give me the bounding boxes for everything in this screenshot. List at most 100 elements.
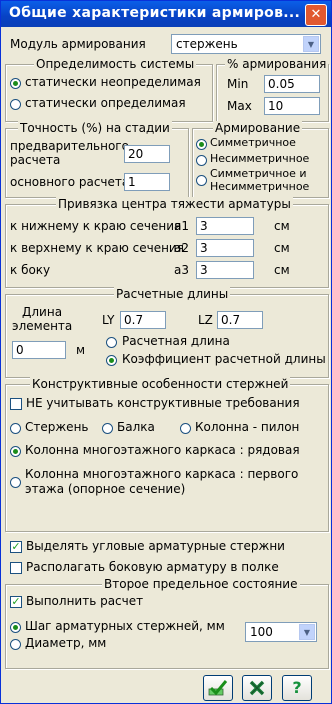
question-icon: ?	[292, 678, 302, 697]
a3-input[interactable]: 3	[196, 261, 254, 279]
frame-column-first-label-2: этажа (опорное сечение)	[25, 482, 186, 496]
main-accuracy-label: основного расчета	[10, 175, 130, 189]
ignore-requirements-label: НЕ учитывать конструктивные требования	[26, 396, 300, 410]
a3-label: a3	[174, 263, 189, 277]
anchor-side-label: к боку	[10, 263, 51, 277]
second-state-group: Второе предельное состояние ✓ Выполнить …	[5, 577, 329, 669]
a2-unit: см	[274, 241, 290, 255]
ignore-requirements-checkbox[interactable]	[10, 398, 22, 410]
min-label: Min	[227, 77, 249, 91]
step-select-value: 100	[250, 625, 273, 639]
radio-static-determinate[interactable]	[10, 99, 21, 110]
module-select-value: стержень	[176, 37, 238, 51]
preliminary-label: предварительного	[10, 139, 129, 153]
module-label: Модуль армирования	[10, 37, 146, 51]
determinacy-group: Определимость системы статически неопред…	[5, 57, 213, 122]
element-length-label-2: элемента	[12, 319, 73, 333]
radio-frame-column-first[interactable]	[10, 477, 21, 488]
preliminary-label-2: расчета	[10, 153, 61, 167]
diameter-label: Диаметр, мм	[25, 636, 107, 650]
lengths-legend: Расчетные длины	[114, 287, 231, 301]
cross-icon	[249, 680, 265, 696]
side-reinforcement-label: Располагать боковую арматуру в полке	[26, 560, 279, 574]
chevron-down-icon[interactable]: ▼	[303, 36, 319, 52]
ly-label: LY	[102, 313, 115, 327]
design-length-label: Расчетная длина	[122, 334, 230, 348]
max-input[interactable]: 10	[264, 97, 320, 115]
step-select[interactable]: 100 ▼	[245, 622, 317, 642]
anchor-group: Привязка центра тяжести арматуры к нижне…	[5, 197, 329, 288]
radio-pylon[interactable]	[180, 423, 191, 434]
module-select[interactable]: стержень ▼	[171, 34, 321, 54]
element-length-label: Длина	[22, 305, 63, 319]
reinforcement-group: Армирование Симметричное Несимметричное …	[192, 121, 329, 198]
a1-input[interactable]: 3	[196, 217, 254, 235]
corner-bars-label: Выделять угловые арматурные стержни	[26, 539, 285, 553]
radio-rod[interactable]	[10, 423, 21, 434]
a3-unit: см	[274, 263, 290, 277]
design-features-group: Конструктивные особенности стержней НЕ у…	[5, 377, 329, 532]
lengths-group: Расчетные длины Длина элемента LY 0.7 LZ…	[5, 287, 329, 378]
min-input[interactable]: 0.05	[264, 75, 320, 93]
lz-label: LZ	[198, 313, 213, 327]
determinacy-legend: Определимость системы	[34, 57, 197, 71]
dialog-window: Общие характеристики армиров... ✕ Модуль…	[0, 0, 332, 704]
check-icon	[208, 680, 228, 696]
ly-input[interactable]: 0.7	[120, 311, 166, 329]
run-calculation-label: Выполнить расчет	[26, 594, 144, 608]
element-length-input[interactable]: 0	[12, 341, 66, 359]
a1-unit: см	[274, 219, 290, 233]
pylon-label: Колонна - пилон	[195, 420, 300, 434]
beam-label: Балка	[117, 420, 155, 434]
radio-static-indeterminate[interactable]	[10, 78, 21, 89]
help-button[interactable]: ?	[282, 675, 312, 701]
radio-symmetric[interactable]	[196, 139, 207, 150]
asymmetric-label: Несимметричное	[210, 152, 310, 165]
anchor-legend: Привязка центра тяжести арматуры	[56, 197, 293, 211]
bar-step-label: Шаг арматурных стержней, мм	[25, 619, 225, 633]
title-bar: Общие характеристики армиров... ✕	[1, 1, 331, 27]
window-title: Общие характеристики армиров...	[9, 5, 301, 21]
reinforcement-legend: Армирование	[213, 121, 303, 135]
rod-label: Стержень	[25, 420, 89, 434]
accuracy-group: Точность (%) на стадии предварительного …	[5, 121, 189, 198]
symmetric-and-label: Симметричное и	[210, 167, 307, 180]
radio-bar-step[interactable]	[10, 622, 21, 633]
ok-button[interactable]	[203, 675, 233, 701]
second-state-legend: Второе предельное состояние	[102, 577, 300, 591]
design-features-legend: Конструктивные особенности стержней	[30, 377, 291, 391]
chevron-down-icon[interactable]: ▼	[299, 624, 315, 640]
reinforcement-percent-legend: % армирования	[225, 57, 329, 71]
lz-input[interactable]: 0.7	[217, 311, 263, 329]
a2-label: a2	[174, 241, 189, 255]
static-determinate-label: статически определимая	[25, 96, 186, 110]
radio-design-length[interactable]	[106, 337, 117, 348]
symmetric-label: Симметричное	[210, 136, 296, 149]
close-button[interactable]: ✕	[305, 4, 327, 26]
corner-bars-checkbox[interactable]: ✓	[10, 541, 22, 553]
radio-symmetric-and-asymmetric[interactable]	[196, 175, 207, 186]
a2-input[interactable]: 3	[196, 239, 254, 257]
main-accuracy-input[interactable]: 1	[124, 173, 170, 191]
element-length-unit: м	[76, 343, 86, 357]
frame-column-row-label: Колонна многоэтажного каркаса : рядовая	[25, 443, 300, 457]
static-indeterminate-label: статически неопределимая	[25, 75, 201, 89]
radio-length-coefficient[interactable]	[106, 355, 117, 366]
radio-frame-column-row[interactable]	[10, 446, 21, 457]
radio-asymmetric[interactable]	[196, 155, 207, 166]
anchor-bottom-label: к нижнему к краю сечения	[10, 219, 182, 233]
run-calculation-checkbox[interactable]: ✓	[10, 596, 22, 608]
radio-beam[interactable]	[102, 423, 113, 434]
preliminary-accuracy-input[interactable]: 20	[124, 145, 170, 163]
accuracy-legend: Точность (%) на стадии	[18, 121, 172, 135]
length-coefficient-label: Коэффициент расчетной длины	[122, 352, 326, 366]
radio-diameter[interactable]	[10, 639, 21, 650]
frame-column-first-label: Колонна многоэтажного каркаса : первого	[25, 467, 299, 481]
side-reinforcement-checkbox[interactable]	[10, 562, 22, 574]
reinforcement-percent-group: % армирования Min 0.05 Max 10	[216, 57, 329, 122]
asymmetric-label-2: Несимметричное	[210, 180, 310, 193]
anchor-top-label: к верхнему к краю сечения	[10, 241, 184, 255]
cancel-button[interactable]	[242, 675, 272, 701]
a1-label: a1	[174, 219, 189, 233]
max-label: Max	[227, 99, 252, 113]
